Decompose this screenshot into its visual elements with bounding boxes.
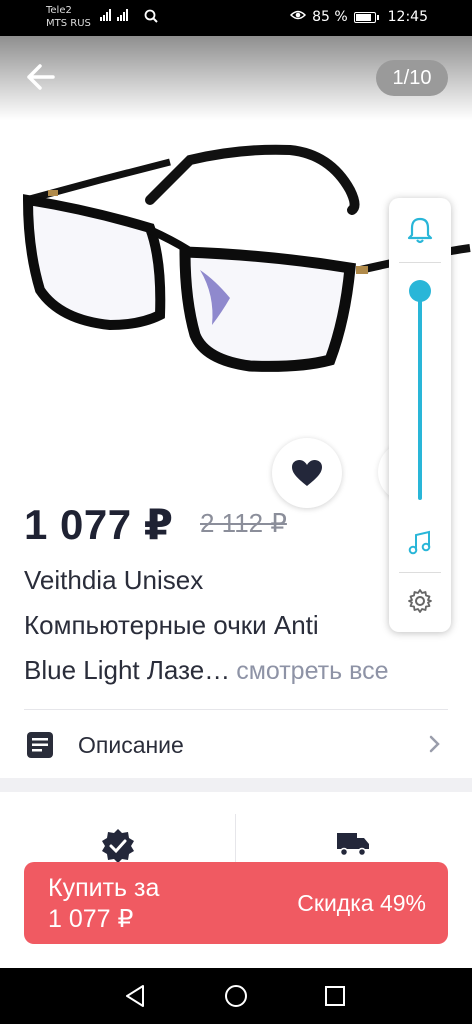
signal-icon: [100, 9, 128, 21]
side-control-panel: [389, 198, 451, 632]
gear-icon[interactable]: [407, 588, 433, 619]
status-right: 85 % 12:45: [290, 9, 428, 25]
title-line-2: Компьютерные очки Anti: [24, 610, 319, 640]
favorite-button[interactable]: [272, 438, 342, 508]
nav-recents-icon[interactable]: [324, 985, 346, 1012]
title-line-1: Veithdia Unisex: [24, 565, 204, 595]
panel-divider: [399, 262, 441, 263]
see-all-link[interactable]: смотреть все: [236, 657, 388, 685]
old-price: 2 112 ₽: [200, 508, 287, 538]
search-icon: [144, 8, 158, 27]
eye-icon: [290, 9, 307, 25]
carrier-info: Tele2 MTS RUS: [46, 4, 91, 30]
chevron-right-icon: [428, 734, 442, 759]
section-separator: [0, 778, 472, 792]
status-bar: Tele2 MTS RUS 85 % 12:45: [0, 0, 472, 36]
discount-label: Скидка 49%: [297, 890, 426, 916]
features-area: [0, 792, 472, 872]
carrier-name-1: Tele2: [46, 5, 72, 16]
title-line-3: Blue Light Лазе…: [24, 655, 231, 685]
system-nav-bar: [0, 968, 472, 1024]
image-counter: 1/10: [376, 60, 448, 96]
panel-divider: [399, 572, 441, 573]
volume-slider-track[interactable]: [418, 288, 422, 500]
buy-button[interactable]: Купить за 1 077 ₽ Скидка 49%: [24, 862, 448, 944]
music-note-icon[interactable]: [407, 530, 433, 561]
header-overlay: 1/10: [0, 36, 472, 120]
document-icon: [26, 731, 54, 764]
heart-icon: [292, 460, 322, 486]
nav-home-icon[interactable]: [224, 984, 248, 1013]
bell-icon[interactable]: [407, 216, 433, 249]
delivery-truck-icon: [336, 830, 370, 863]
feature-divider: [235, 814, 236, 864]
battery-icon: [353, 11, 379, 23]
carrier-name-2: MTS RUS: [46, 18, 91, 29]
product-title: Veithdia Unisex Компьютерные очки Anti B…: [24, 558, 394, 694]
back-arrow-icon[interactable]: [24, 62, 58, 92]
clock: 12:45: [387, 9, 428, 25]
description-row[interactable]: Описание: [0, 710, 472, 778]
buy-label-line-1: Купить за: [48, 874, 160, 902]
product-price: 1 077 ₽: [24, 501, 174, 548]
buy-label: Купить за 1 077 ₽: [48, 873, 159, 935]
description-label: Описание: [78, 732, 184, 758]
volume-slider-knob[interactable]: [409, 280, 431, 302]
nav-back-icon[interactable]: [124, 984, 146, 1013]
battery-percent: 85 %: [312, 9, 348, 25]
buy-label-line-2: 1 077 ₽: [48, 905, 134, 933]
